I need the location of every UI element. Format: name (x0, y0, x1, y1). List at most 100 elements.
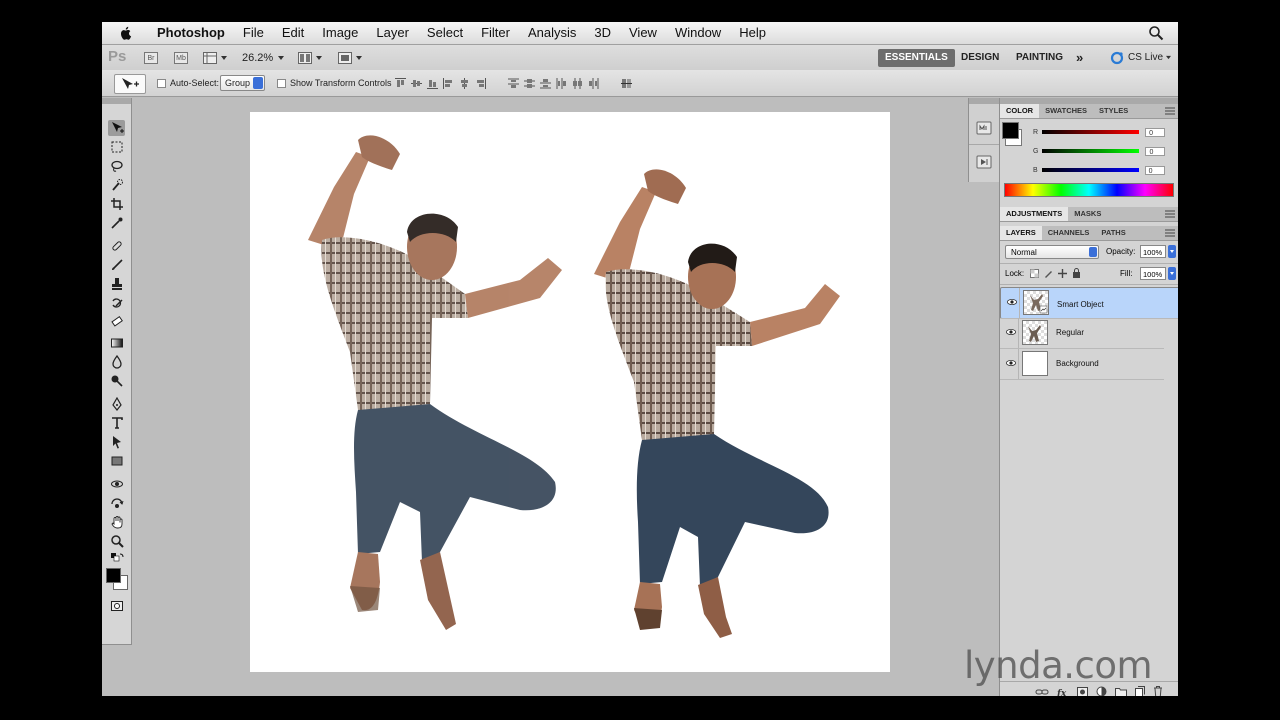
slider-track-g[interactable] (1042, 149, 1140, 153)
auto-select-dropdown[interactable]: Group (220, 75, 266, 91)
align-vcenter-icon[interactable] (410, 77, 423, 90)
link-icon[interactable] (1035, 687, 1049, 697)
toolbox-header[interactable] (102, 98, 131, 104)
history-brush-tool[interactable] (108, 295, 125, 311)
layer-name[interactable]: Smart Object (1057, 298, 1104, 312)
path-selection-tool[interactable] (108, 434, 125, 450)
visibility-eye-icon[interactable] (1006, 328, 1016, 336)
fg-color-swatch[interactable] (1002, 122, 1019, 139)
fill-slider-arrow-icon[interactable] (1168, 267, 1176, 280)
distribute-bottom-icon[interactable] (539, 77, 552, 90)
auto-select-value[interactable]: Group (220, 75, 266, 91)
distribute-left-icon[interactable] (555, 77, 568, 90)
3d-rotate-tool[interactable] (108, 476, 125, 492)
lock-pixels-icon[interactable] (1044, 269, 1053, 278)
foreground-color-swatch[interactable] (106, 568, 121, 583)
quick-selection-tool[interactable] (108, 177, 125, 193)
blur-tool[interactable] (108, 354, 125, 370)
crop-tool[interactable] (108, 196, 125, 212)
layer-name[interactable]: Regular (1056, 328, 1084, 337)
align-hcenter-icon[interactable] (458, 77, 471, 90)
history-panel-button[interactable] (976, 154, 992, 175)
zoom-level-dropdown[interactable]: 26.2% (242, 49, 285, 66)
align-top-icon[interactable] (394, 77, 407, 90)
lock-transparent-icon[interactable] (1030, 269, 1039, 278)
fill-input[interactable]: 100% (1140, 267, 1166, 280)
pen-tool[interactable] (108, 396, 125, 412)
layer-thumbnail[interactable] (1022, 351, 1048, 376)
default-colors-button[interactable] (108, 551, 125, 567)
layer-thumbnail[interactable] (1022, 320, 1048, 345)
new-layer-icon[interactable] (1135, 686, 1145, 696)
fx-icon[interactable]: fx (1057, 687, 1069, 697)
cs-live-button[interactable]: CS Live (1110, 49, 1172, 66)
trash-icon[interactable] (1153, 686, 1163, 696)
layer-thumbnail[interactable] (1023, 290, 1049, 315)
tab-styles[interactable]: STYLES (1093, 104, 1134, 118)
tab-masks[interactable]: MASKS (1068, 207, 1107, 221)
menu-view[interactable]: View (620, 22, 666, 44)
menu-filter[interactable]: Filter (472, 22, 519, 44)
color-value-r[interactable]: 0 (1145, 127, 1166, 137)
menu-image[interactable]: Image (313, 22, 367, 44)
lock-position-icon[interactable] (1058, 269, 1067, 278)
panel-menu-icon[interactable] (1165, 210, 1175, 218)
tool-preset-picker[interactable] (114, 74, 146, 94)
tab-layers[interactable]: LAYERS (1000, 226, 1042, 240)
collapsed-panel-header[interactable] (969, 98, 999, 104)
screen-mode-button[interactable] (338, 49, 363, 66)
distribute-hcenter-icon[interactable] (571, 77, 584, 90)
3d-orbit-tool[interactable] (108, 495, 125, 511)
distribute-vcenter-icon[interactable] (523, 77, 536, 90)
brush-tool[interactable] (108, 257, 125, 273)
eyedropper-tool[interactable] (108, 215, 125, 231)
transform-controls-checkbox[interactable]: Show Transform Controls (277, 75, 392, 91)
quick-mask-button[interactable] (108, 598, 125, 614)
menu-3d[interactable]: 3D (585, 22, 620, 44)
menu-edit[interactable]: Edit (273, 22, 313, 44)
align-right-icon[interactable] (474, 77, 487, 90)
adjustment-layer-icon[interactable] (1096, 686, 1107, 696)
menu-layer[interactable]: Layer (367, 22, 418, 44)
opacity-input[interactable]: 100% (1140, 245, 1166, 258)
workspace-painting[interactable]: PAINTING (1009, 49, 1070, 67)
menu-app-name[interactable]: Photoshop (148, 22, 234, 44)
shape-tool[interactable] (108, 453, 125, 469)
tab-paths[interactable]: PATHS (1095, 226, 1131, 240)
color-value-b[interactable]: 0 (1144, 165, 1165, 175)
clone-stamp-tool[interactable] (108, 276, 125, 292)
layer-row-smart-object[interactable]: Smart Object (1000, 287, 1178, 319)
layer-row-regular[interactable]: Regular (1000, 318, 1164, 349)
tab-color[interactable]: COLOR (1000, 104, 1040, 118)
launch-minibridge-button[interactable]: Mb (174, 49, 188, 66)
healing-brush-tool[interactable] (108, 238, 125, 254)
tab-swatches[interactable]: SWATCHES (1039, 104, 1093, 118)
folder-icon[interactable] (1115, 687, 1127, 697)
layer-name[interactable]: Background (1056, 359, 1099, 368)
launch-bridge-button[interactable]: Br (144, 49, 158, 66)
slider-track-r[interactable] (1042, 130, 1140, 134)
opacity-slider-arrow-icon[interactable] (1168, 245, 1176, 258)
distribute-top-icon[interactable] (507, 77, 520, 90)
align-left-icon[interactable] (442, 77, 455, 90)
transform-controls-check[interactable] (277, 78, 286, 88)
auto-select-checkbox[interactable]: Auto-Select: (157, 75, 219, 91)
eraser-tool[interactable] (108, 314, 125, 330)
type-tool[interactable] (108, 415, 125, 431)
minibridge-panel-button[interactable] (976, 120, 992, 141)
tab-adjustments[interactable]: ADJUSTMENTS (1000, 207, 1069, 221)
spotlight-search-icon[interactable] (1148, 25, 1164, 41)
zoom-tool[interactable] (108, 533, 125, 549)
slider-track-b[interactable] (1041, 168, 1139, 172)
marquee-tool[interactable] (108, 139, 125, 155)
auto-select-check[interactable] (157, 78, 166, 88)
gradient-tool[interactable] (108, 335, 125, 351)
visibility-eye-icon[interactable] (1006, 359, 1016, 367)
blend-mode-dropdown[interactable]: Normal (1005, 245, 1099, 259)
align-bottom-icon[interactable] (426, 77, 439, 90)
visibility-eye-icon[interactable] (1007, 298, 1017, 306)
panel-menu-icon[interactable] (1165, 229, 1175, 237)
color-ramp[interactable] (1004, 183, 1174, 197)
view-extras-button[interactable] (203, 49, 228, 66)
lock-all-icon[interactable] (1072, 268, 1081, 278)
